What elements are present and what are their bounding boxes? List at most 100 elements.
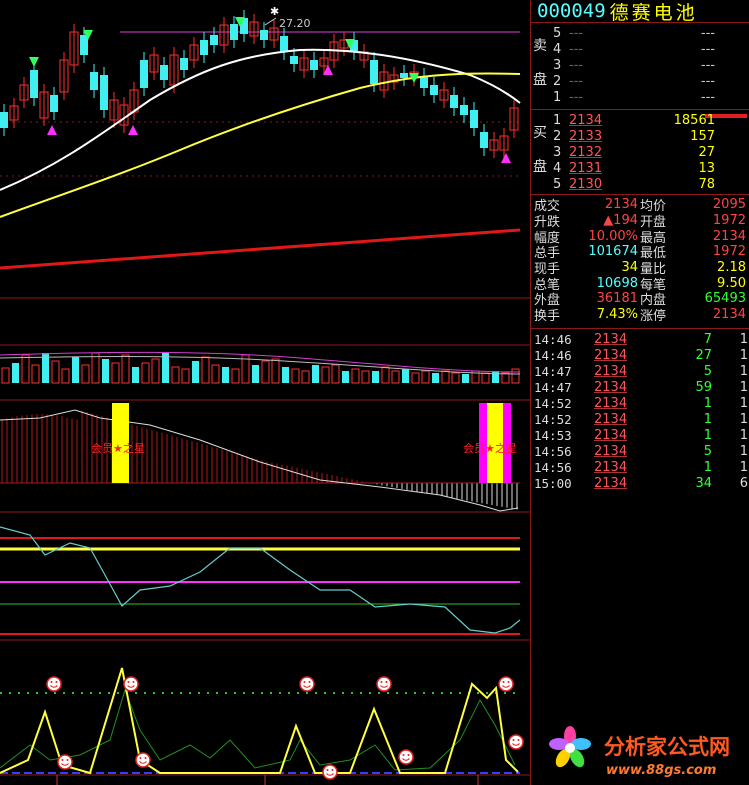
volume-bar xyxy=(81,364,90,384)
volume-cell: --- xyxy=(700,25,715,41)
price-cell: --- xyxy=(569,41,584,57)
tick-time: 14:53 xyxy=(534,427,572,443)
candle-body-down xyxy=(450,95,458,108)
price-cell: 2130 xyxy=(569,176,603,192)
candle-body-down xyxy=(460,105,468,115)
volume-bar xyxy=(271,358,280,384)
quote-panel: 000049 德赛电池 卖盘 5 --- --- 4 --- --- 3 --- --- 2 ---… xyxy=(530,0,749,785)
volume-bar xyxy=(231,368,240,384)
stat-value: ▲194 xyxy=(603,213,638,229)
tick-price: 2134 xyxy=(594,475,628,491)
kline-chart-area[interactable]: ✱ 27.20 会员★之星 会员★之星 xyxy=(0,0,530,785)
tick-row[interactable]: 14:53 2134 1 1 xyxy=(531,427,749,443)
candle-body-down xyxy=(80,35,88,55)
tick-price: 2134 xyxy=(594,363,628,379)
volume-cell: 27 xyxy=(698,144,715,160)
bid-row[interactable]: 3 2132 27 xyxy=(531,144,715,160)
bid-row[interactable]: 4 2131 13 xyxy=(531,160,715,176)
tick-volume: 59 xyxy=(695,379,712,395)
stat-value-2: 1972 xyxy=(712,213,746,229)
smiley-face-icon xyxy=(46,676,62,692)
ask-row[interactable]: 4 --- --- xyxy=(531,41,715,57)
bid-row[interactable]: 1 2134 18561 xyxy=(531,112,715,128)
tick-row[interactable]: 14:52 2134 1 1 xyxy=(531,411,749,427)
tick-count: 1 xyxy=(739,443,748,459)
price-cell: --- xyxy=(569,25,584,41)
smiley-face-icon xyxy=(135,752,151,768)
tick-count: 1 xyxy=(739,427,748,443)
tick-row[interactable]: 14:52 2134 1 1 xyxy=(531,395,749,411)
volume-bar xyxy=(402,369,409,383)
tick-list[interactable]: 14:46 2134 7 1 14:46 2134 27 1 14:47 2134 5 1 14:47 2… xyxy=(531,329,749,491)
ma-red-line xyxy=(0,228,521,270)
tick-row[interactable]: 14:56 2134 1 1 xyxy=(531,459,749,475)
stock-name: 德赛电池 xyxy=(609,1,698,24)
tick-price: 2134 xyxy=(594,331,628,347)
flower-icon xyxy=(549,726,591,768)
volume-bar xyxy=(381,366,390,384)
volume-cell: --- xyxy=(700,73,715,89)
moving-average-lines xyxy=(0,48,521,270)
volume-bar xyxy=(432,373,439,383)
volume-bar xyxy=(252,365,259,383)
price-cell: 2131 xyxy=(569,160,603,176)
level-number: 2 xyxy=(553,73,562,89)
tick-price: 2134 xyxy=(594,443,628,459)
candle-body-down xyxy=(310,60,318,70)
tick-count: 1 xyxy=(739,459,748,475)
smiley-face-icon xyxy=(322,764,338,780)
tick-row[interactable]: 15:00 2134 34 6 xyxy=(531,475,749,491)
tick-count: 1 xyxy=(739,379,748,395)
volume-bar xyxy=(61,368,70,384)
ask-row[interactable]: 5 --- --- xyxy=(531,25,715,41)
tick-volume: 1 xyxy=(703,427,712,443)
volume-bars xyxy=(1,352,520,384)
volume-cell: --- xyxy=(700,41,715,57)
ask-row[interactable]: 2 --- --- xyxy=(531,73,715,89)
bid-row[interactable]: 5 2130 78 xyxy=(531,176,715,192)
member-star-label-2: 会员★之星 xyxy=(463,441,517,455)
tick-row[interactable]: 14:47 2134 59 1 xyxy=(531,379,749,395)
volume-bar xyxy=(342,371,349,383)
price-cell: --- xyxy=(569,89,584,105)
stat-value-2: 2095 xyxy=(712,197,746,213)
tick-volume: 7 xyxy=(703,331,712,347)
ask-row[interactable]: 3 --- --- xyxy=(531,57,715,73)
volume-bar xyxy=(141,362,150,384)
ma-yellow-line xyxy=(0,72,521,218)
signal-line-yellow xyxy=(0,667,519,775)
signal-line-green xyxy=(0,688,516,771)
buy-signal-marker xyxy=(128,125,138,135)
member-star-label-1: 会员★之星 xyxy=(91,441,145,455)
tick-row[interactable]: 14:47 2134 5 1 xyxy=(531,363,749,379)
tick-time: 14:47 xyxy=(534,363,572,379)
stat-label: 换手 xyxy=(534,309,561,325)
volume-bar xyxy=(111,362,120,384)
volume-bar xyxy=(291,368,300,384)
tick-price: 2134 xyxy=(594,347,628,363)
bid-row[interactable]: 2 2133 157 xyxy=(531,128,715,144)
candle-body-down xyxy=(470,110,478,128)
level-number: 5 xyxy=(553,25,562,41)
buy-signal-marker xyxy=(501,153,511,163)
volume-bar xyxy=(102,359,109,383)
volume-bar xyxy=(12,363,19,383)
bid-book: 买盘 1 2134 18561 2 2133 157 3 2132 27 4 2131 13 5 2130… xyxy=(531,110,749,195)
x-axis-ticks xyxy=(56,775,479,785)
tick-price: 2134 xyxy=(594,379,628,395)
stat-value-2: 2134 xyxy=(712,228,746,244)
watermark-logo: 分析家公式网 www.88gs.com xyxy=(549,726,730,778)
volume-bar xyxy=(91,352,100,384)
level-number: 4 xyxy=(553,160,562,176)
ask-row[interactable]: 1 --- --- xyxy=(531,89,715,105)
volume-bar xyxy=(72,357,79,383)
tick-row[interactable]: 14:46 2134 27 1 xyxy=(531,347,749,363)
volume-bar xyxy=(211,364,220,384)
stat-value-2: 65493 xyxy=(704,291,746,307)
volume-cell: 18561 xyxy=(673,112,715,128)
volume-bar xyxy=(441,370,450,384)
tick-row[interactable]: 14:56 2134 5 1 xyxy=(531,443,749,459)
volume-bar xyxy=(1,367,10,384)
tick-price: 2134 xyxy=(594,411,628,427)
tick-row[interactable]: 14:46 2134 7 1 xyxy=(531,331,749,347)
